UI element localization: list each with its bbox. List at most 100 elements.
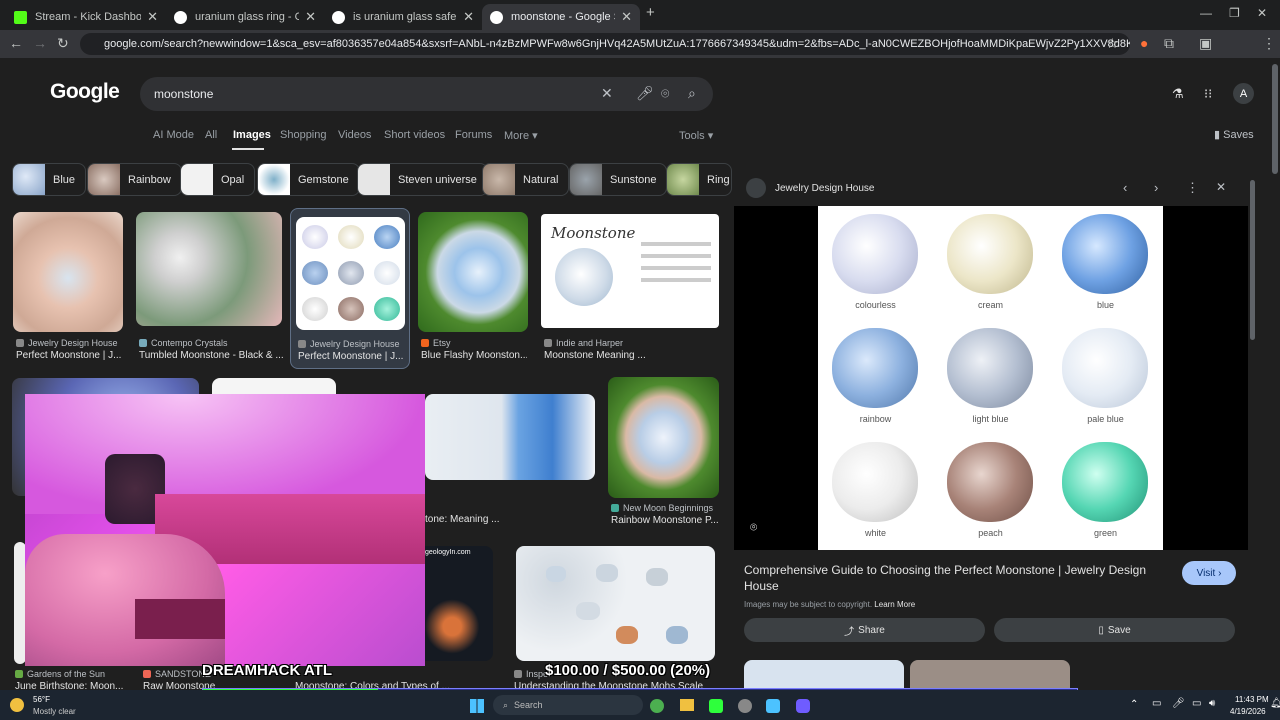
extensions-puzzle-icon[interactable]: ⧉: [1164, 35, 1174, 52]
minimize-icon[interactable]: —: [1200, 6, 1212, 20]
tab-uranium-glass-ring[interactable]: uranium glass ring - Google Se ✕: [166, 4, 324, 30]
result-thumbnail[interactable]: [516, 546, 715, 661]
previous-arrow-icon[interactable]: ‹: [1123, 180, 1127, 195]
window-close-icon[interactable]: ✕: [1257, 6, 1267, 20]
labs-flask-icon[interactable]: ⚗: [1172, 86, 1184, 102]
result-title[interactable]: Rainbow Moonstone P...: [611, 515, 721, 526]
chip-sunstone[interactable]: Sunstone: [569, 163, 668, 196]
tab-shopping[interactable]: Shopping: [280, 129, 327, 141]
result-title[interactable]: tone: Meaning ...: [425, 514, 595, 525]
chip-steven-universe[interactable]: Steven universe: [357, 163, 488, 196]
settings-gear-icon[interactable]: [738, 699, 752, 713]
preview-source[interactable]: Jewelry Design House: [775, 183, 875, 194]
search-icon[interactable]: ⌕: [688, 85, 696, 102]
result-thumbnail[interactable]: [13, 212, 123, 332]
result-thumbnail[interactable]: [136, 212, 282, 326]
tray-app-icon[interactable]: ▭: [1152, 698, 1161, 709]
windows-start-icon[interactable]: [470, 699, 484, 713]
preview-title[interactable]: Comprehensive Guide to Choosing the Perf…: [744, 562, 1164, 594]
chip-blue[interactable]: Blue: [12, 163, 87, 196]
weather-desc[interactable]: Mostly clear: [33, 707, 76, 716]
result-thumbnail[interactable]: [425, 394, 595, 480]
tab-forums[interactable]: Forums: [455, 129, 492, 141]
search-input[interactable]: moonstone: [140, 77, 713, 111]
display-icon[interactable]: ▭: [1192, 698, 1201, 709]
tab-kick-dashboard[interactable]: Stream - Kick Dashboard ✕: [6, 4, 166, 30]
close-icon[interactable]: ✕: [147, 9, 158, 25]
bookmark-star-icon[interactable]: ☆: [1106, 35, 1119, 52]
file-explorer-icon[interactable]: [680, 699, 694, 711]
lens-search-icon[interactable]: ⌾: [750, 520, 757, 535]
chip-ring[interactable]: Ring: [666, 163, 732, 196]
tab-moonstone[interactable]: moonstone - Google Search ✕: [482, 4, 640, 30]
save-button[interactable]: ▯ Save: [994, 618, 1235, 642]
apps-grid-icon[interactable]: ⁝⁝: [1204, 86, 1212, 102]
image-result-selected[interactable]: Jewelry Design House Perfect Moonstone |…: [290, 208, 410, 369]
menu-kebab-icon[interactable]: ⋮: [1262, 35, 1276, 52]
tab-images[interactable]: Images: [233, 129, 271, 141]
microphone-icon[interactable]: 🎤︎: [1172, 698, 1185, 709]
lens-camera-icon[interactable]: ⌾: [661, 85, 669, 102]
page-scrollbar[interactable]: [1272, 64, 1278, 174]
result-thumbnail[interactable]: Moonstone: [541, 214, 719, 328]
share-button[interactable]: ⤴ Share: [744, 618, 985, 642]
result-thumbnail[interactable]: [418, 212, 528, 332]
clock-time[interactable]: 11:43 PM: [1235, 695, 1269, 704]
result-title[interactable]: Blue Flashy Moonston...: [421, 350, 527, 361]
tray-chevron-icon[interactable]: ⌃: [1130, 699, 1138, 710]
visit-button[interactable]: Visit ›: [1182, 561, 1236, 585]
result-thumbnail[interactable]: [608, 377, 719, 498]
tab-more[interactable]: More ▾: [504, 129, 538, 142]
weather-temp[interactable]: 56°F: [33, 695, 50, 704]
result-title[interactable]: Tumbled Moonstone - Black & ...: [139, 350, 283, 361]
saves-button[interactable]: ▮ Saves: [1214, 128, 1254, 141]
tab-ai-mode[interactable]: AI Mode: [153, 129, 194, 141]
maximize-icon[interactable]: ❐: [1229, 6, 1240, 20]
app-icon[interactable]: [766, 699, 780, 713]
close-icon[interactable]: ✕: [305, 9, 316, 25]
tab-all[interactable]: All: [205, 129, 217, 141]
forward-arrow-icon[interactable]: →: [33, 35, 47, 51]
learn-more-link[interactable]: Learn More: [874, 600, 915, 609]
result-thumbnail[interactable]: geologyIn.com: [425, 546, 493, 661]
weather-moon-icon[interactable]: [10, 698, 24, 712]
related-image[interactable]: [744, 660, 904, 690]
reload-icon[interactable]: ↻: [57, 35, 69, 52]
side-panel-icon[interactable]: ▣: [1199, 35, 1212, 52]
tools-button[interactable]: Tools ▾: [679, 129, 713, 142]
more-options-icon[interactable]: ⋮: [1186, 180, 1199, 196]
clear-search-icon[interactable]: ✕: [601, 85, 613, 102]
tab-short-videos[interactable]: Short videos: [384, 129, 445, 141]
back-arrow-icon[interactable]: ←: [9, 35, 23, 51]
close-icon[interactable]: ✕: [621, 9, 632, 25]
taskbar-search[interactable]: ⌕ Search: [493, 695, 643, 715]
result-title[interactable]: Moonstone Meaning ...: [544, 350, 714, 361]
extension-icon[interactable]: ●: [1140, 35, 1148, 51]
tab-uranium-glass-safe[interactable]: is uranium glass safe - Google ✕: [324, 4, 482, 30]
chrome-app-icon[interactable]: [650, 699, 664, 713]
chip-natural[interactable]: Natural: [482, 163, 570, 196]
address-bar[interactable]: google.com/search?newwindow=1&sca_esv=af…: [80, 33, 1130, 55]
notification-bell-icon[interactable]: 🔔︎: [1270, 698, 1280, 709]
result-title[interactable]: Perfect Moonstone | J...: [298, 351, 406, 362]
result-title[interactable]: June Birthstone: Moon...: [15, 681, 127, 690]
close-icon[interactable]: ✕: [463, 9, 474, 25]
account-avatar[interactable]: A: [1233, 83, 1254, 104]
related-image[interactable]: [910, 660, 1070, 690]
new-tab-button[interactable]: +: [646, 4, 655, 21]
chip-gemstone[interactable]: Gemstone: [257, 163, 360, 196]
result-title[interactable]: Perfect Moonstone | J...: [16, 350, 128, 361]
panel-scrollbar[interactable]: [1250, 180, 1255, 340]
close-panel-icon[interactable]: ✕: [1216, 180, 1226, 194]
kick-app-icon[interactable]: [709, 699, 723, 713]
clock-date[interactable]: 4/19/2026: [1230, 707, 1266, 716]
discord-icon[interactable]: [796, 699, 810, 713]
next-arrow-icon[interactable]: ›: [1154, 180, 1158, 195]
microphone-icon[interactable]: 🎤︎: [636, 85, 654, 102]
chip-opal[interactable]: Opal: [180, 163, 256, 196]
google-logo[interactable]: Google: [50, 80, 120, 104]
chip-rainbow[interactable]: Rainbow: [87, 163, 182, 196]
tab-videos[interactable]: Videos: [338, 129, 371, 141]
result-thumbnail[interactable]: [296, 217, 405, 330]
volume-icon[interactable]: 🔊︎: [1209, 698, 1215, 709]
